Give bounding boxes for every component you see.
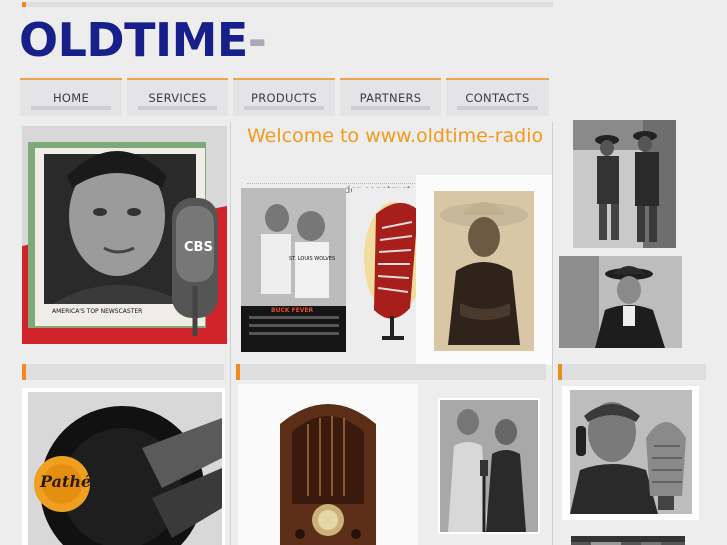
poster-title: BUCK FEVER <box>271 307 314 314</box>
nav-underline <box>351 106 430 110</box>
nav-partners-label: PARTNERS <box>359 91 422 105</box>
welcome-title: Welcome to www.oldtime-radio <box>247 125 544 147</box>
cowboy-portrait-photo[interactable] <box>416 175 552 365</box>
logo-dash: - <box>247 13 267 67</box>
cathedral-radio-photo[interactable] <box>238 384 418 545</box>
pathe-record-illustration <box>22 388 225 545</box>
nav-services[interactable]: SERVICES <box>127 78 228 116</box>
logo-text: OLDTIME <box>19 13 248 67</box>
nav-products[interactable]: PRODUCTS <box>233 78 335 116</box>
accent-mark <box>22 2 26 7</box>
nav-home[interactable]: HOME <box>20 78 122 116</box>
cowboy-portrait-illustration <box>416 175 552 365</box>
partial-photo[interactable] <box>571 536 685 545</box>
nav-underline <box>138 106 217 110</box>
nav-contacts[interactable]: CONTACTS <box>446 78 549 116</box>
top-accent-strip <box>22 2 553 7</box>
baseball-poster-photo[interactable]: ST. LOUIS WOLVES BUCK FEVER <box>241 188 346 352</box>
main-nav: HOME SERVICES PRODUCTS PARTNERS CONTACTS <box>20 78 550 116</box>
cbs-mic-logo: CBS <box>184 240 213 255</box>
accent-mark <box>558 364 562 380</box>
broadcasters-photo[interactable] <box>438 398 540 534</box>
telephone-man-illustration <box>562 386 699 520</box>
nav-home-label: HOME <box>52 91 90 105</box>
nav-products-label: PRODUCTS <box>250 91 317 105</box>
section-bar <box>558 364 706 380</box>
western-outlaws-photo[interactable] <box>573 120 676 248</box>
welcome-divider <box>247 183 415 184</box>
nav-underline <box>457 106 538 110</box>
cathedral-radio-illustration <box>238 384 418 545</box>
section-bar <box>236 364 546 380</box>
nav-underline <box>31 106 111 110</box>
section-bar <box>22 364 224 380</box>
jersey-text: ST. LOUIS WOLVES <box>289 256 336 262</box>
western-outlaws-illustration <box>573 120 676 248</box>
newscaster-photo[interactable]: CBS AMERICA'S TOP NEWSCASTER <box>22 126 227 344</box>
nav-underline <box>244 106 324 110</box>
accent-mark <box>22 364 26 380</box>
broadcasters-illustration <box>438 398 540 534</box>
pathe-label: Pathé <box>40 472 92 491</box>
column-divider <box>552 122 553 545</box>
pathe-record-poster[interactable]: Pathé <box>22 388 225 545</box>
fedora-man-photo[interactable] <box>559 256 682 348</box>
column-divider <box>230 122 231 545</box>
baseball-poster-illustration <box>241 188 346 352</box>
telephone-man-photo[interactable] <box>562 386 699 520</box>
nav-partners[interactable]: PARTNERS <box>340 78 441 116</box>
nav-services-label: SERVICES <box>148 91 207 105</box>
fedora-man-illustration <box>559 256 682 348</box>
site-logo[interactable]: OLDTIME- <box>19 12 267 68</box>
accent-mark <box>236 364 240 380</box>
newscaster-caption: AMERICA'S TOP NEWSCASTER <box>52 308 143 315</box>
nav-contacts-label: CONTACTS <box>465 91 530 105</box>
